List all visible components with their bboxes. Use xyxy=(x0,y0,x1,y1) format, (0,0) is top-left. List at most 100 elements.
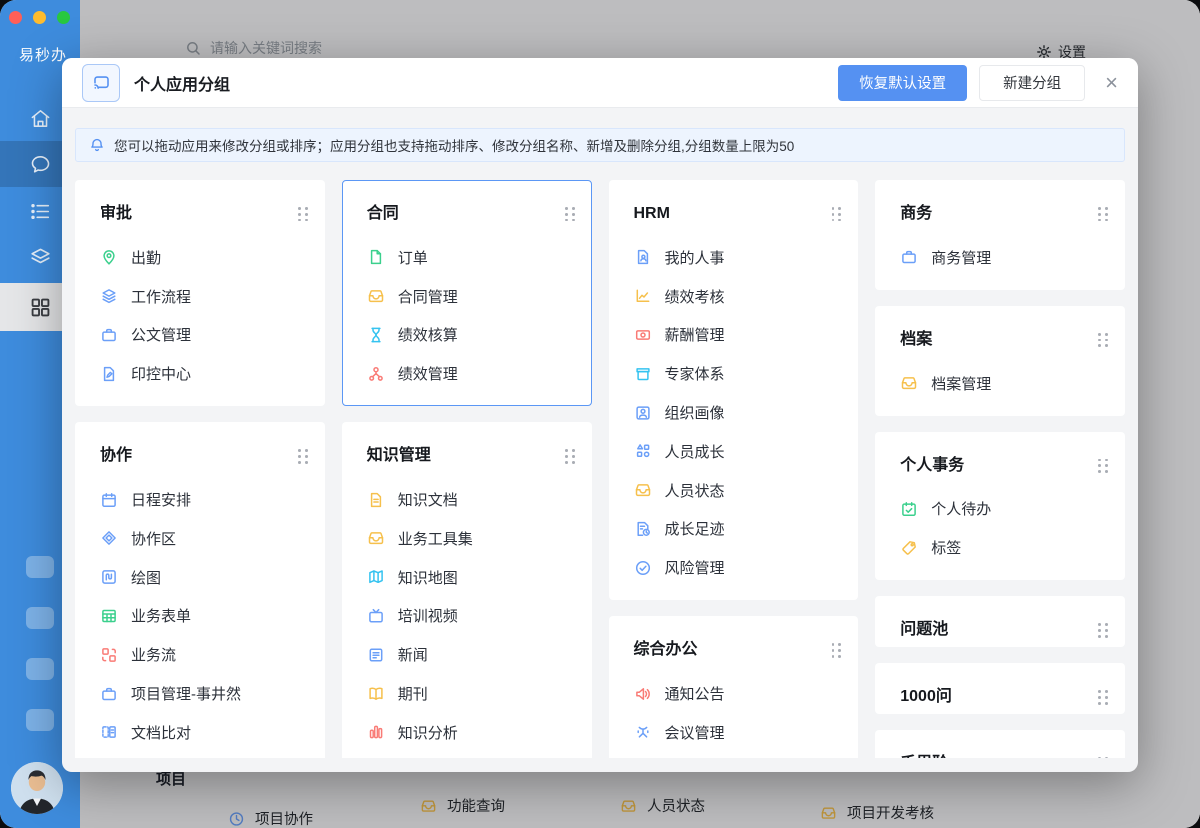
close-window-control[interactable] xyxy=(9,11,22,24)
window-controls[interactable] xyxy=(9,11,70,24)
restore-default-button[interactable]: 恢复默认设置 xyxy=(838,65,967,101)
group-card[interactable]: HRM 我的人事绩效考核薪酬管理专家体系组织画像人员成长人员状态成长足迹风险管理 xyxy=(609,180,859,600)
app-item-label: 人员状态 xyxy=(665,480,725,501)
zoom-window-control[interactable] xyxy=(57,11,70,24)
group-card[interactable]: 千里聆 xyxy=(875,730,1125,758)
app-item[interactable]: 知识地图 xyxy=(343,558,591,597)
app-item[interactable]: 绩效考核 xyxy=(610,277,858,316)
group-card[interactable]: 审批出勤工作流程公文管理印控中心 xyxy=(75,180,325,406)
group-card[interactable]: 知识管理知识文档业务工具集知识地图培训视频新闻期刊知识分析知识报表 xyxy=(342,422,592,758)
new-group-button[interactable]: 新建分组 xyxy=(979,65,1085,101)
app-item[interactable]: 印控中心 xyxy=(76,354,324,393)
app-item[interactable]: 项目管理-事井然 xyxy=(76,674,324,713)
drag-handle-icon[interactable] xyxy=(1098,690,1108,704)
group-card-header: 问题池 xyxy=(876,617,1124,642)
app-item[interactable]: 业务工具集 xyxy=(343,519,591,558)
group-card[interactable]: 问题池 xyxy=(875,596,1125,647)
modal-header: 个人应用分组 恢复默认设置 新建分组 × xyxy=(62,58,1138,108)
app-item[interactable]: 人员成长 xyxy=(610,432,858,471)
app-item[interactable]: 档案管理 xyxy=(876,364,1124,403)
app-item[interactable]: 薪酬管理 xyxy=(610,316,858,355)
drag-handle-icon[interactable] xyxy=(565,449,575,463)
app-item[interactable]: 我的人事 xyxy=(610,238,858,277)
app-item-label: 组织画像 xyxy=(665,402,725,423)
group-name: 问题池 xyxy=(900,617,948,642)
groups-column: HRM我的人事绩效考核薪酬管理专家体系组织画像人员成长人员状态成长足迹风险管理综… xyxy=(609,180,859,758)
check-circle-icon xyxy=(634,559,652,577)
app-item[interactable]: 绘图 xyxy=(76,558,324,597)
drag-handle-icon[interactable] xyxy=(832,643,842,657)
group-card[interactable]: 合同订单合同管理绩效核算绩效管理 xyxy=(342,180,592,406)
drag-handle-icon[interactable] xyxy=(1098,623,1108,637)
app-item-label: 通知公告 xyxy=(665,683,725,704)
app-item[interactable]: 文档比对 xyxy=(76,713,324,752)
app-item[interactable]: 期刊 xyxy=(343,674,591,713)
app-item[interactable]: 通知公告 xyxy=(610,674,858,713)
app-item[interactable]: 风险管理 xyxy=(610,548,858,587)
app-item[interactable]: 业务表单 xyxy=(76,597,324,636)
app-item-label: 印控中心 xyxy=(131,363,191,384)
chat-icon xyxy=(28,152,53,177)
drag-handle-icon[interactable] xyxy=(832,207,842,221)
app-item[interactable]: 绩效管理 xyxy=(343,354,591,393)
drag-handle-icon[interactable] xyxy=(298,449,308,463)
drag-handle-icon[interactable] xyxy=(1098,459,1108,473)
group-card[interactable]: 商务商务管理 xyxy=(875,180,1125,290)
close-icon[interactable]: × xyxy=(1103,72,1120,94)
app-item[interactable]: 个人待办 xyxy=(876,490,1124,529)
drag-handle-icon[interactable] xyxy=(298,207,308,221)
group-card[interactable]: 协作日程安排协作区绘图业务表单业务流项目管理-事井然文档比对 xyxy=(75,422,325,758)
app-item[interactable]: 合同管理 xyxy=(343,277,591,316)
app-item[interactable]: 公文管理 xyxy=(76,316,324,355)
briefcase-icon xyxy=(100,685,118,703)
flow-icon xyxy=(100,646,118,664)
list-icon xyxy=(28,199,53,224)
app-item[interactable]: 成长足迹 xyxy=(610,510,858,549)
drag-handle-icon[interactable] xyxy=(1098,757,1108,758)
app-item[interactable]: 工作流程 xyxy=(76,277,324,316)
group-card[interactable]: 综合办公通知公告会议管理邮件 xyxy=(609,616,859,758)
groups-column: 审批出勤工作流程公文管理印控中心协作日程安排协作区绘图业务表单业务流项目管理-事… xyxy=(75,180,325,758)
tray-icon xyxy=(900,374,918,392)
user-avatar[interactable] xyxy=(11,762,63,814)
app-item[interactable]: 知识报表 xyxy=(343,752,591,758)
drag-handle-icon[interactable] xyxy=(565,207,575,221)
group-card-header: 档案 xyxy=(876,327,1124,352)
app-item[interactable]: 商务管理 xyxy=(876,238,1124,277)
group-name: 档案 xyxy=(900,327,932,352)
group-card[interactable]: 档案档案管理 xyxy=(875,306,1125,416)
app-item[interactable]: 人员状态 xyxy=(610,471,858,510)
avatar-photo xyxy=(11,762,63,814)
minimize-window-control[interactable] xyxy=(33,11,46,24)
app-item[interactable]: 业务流 xyxy=(76,635,324,674)
app-item[interactable]: 知识文档 xyxy=(343,480,591,519)
group-card[interactable]: 个人事务个人待办标签 xyxy=(875,432,1125,581)
app-item-label: 标签 xyxy=(931,537,961,558)
group-card[interactable]: 1000问 xyxy=(875,663,1125,714)
app-item[interactable]: 绩效核算 xyxy=(343,316,591,355)
drag-handle-icon[interactable] xyxy=(1098,333,1108,347)
app-item[interactable]: 邮件 xyxy=(610,752,858,758)
app-item-label: 订单 xyxy=(398,247,428,268)
app-item[interactable]: 知识分析 xyxy=(343,713,591,752)
app-item[interactable]: 日程安排 xyxy=(76,480,324,519)
sidebar-dimmed-item xyxy=(26,556,54,578)
app-item-label: 新闻 xyxy=(398,644,428,665)
group-card-header: 千里聆 xyxy=(876,751,1124,758)
app-item-label: 档案管理 xyxy=(931,373,991,394)
app-item[interactable]: 订单 xyxy=(343,238,591,277)
app-item[interactable]: 专家体系 xyxy=(610,354,858,393)
group-name: HRM xyxy=(634,201,670,226)
app-item[interactable]: 协作区 xyxy=(76,519,324,558)
modal-title-icon-box xyxy=(82,64,120,102)
app-item-label: 出勤 xyxy=(131,247,161,268)
app-item[interactable]: 会议管理 xyxy=(610,713,858,752)
doc-icon xyxy=(367,248,385,266)
home-icon xyxy=(28,106,53,131)
app-item[interactable]: 标签 xyxy=(876,528,1124,567)
app-item[interactable]: 出勤 xyxy=(76,238,324,277)
drag-handle-icon[interactable] xyxy=(1098,207,1108,221)
app-item[interactable]: 新闻 xyxy=(343,635,591,674)
app-item[interactable]: 组织画像 xyxy=(610,393,858,432)
app-item[interactable]: 培训视频 xyxy=(343,597,591,636)
